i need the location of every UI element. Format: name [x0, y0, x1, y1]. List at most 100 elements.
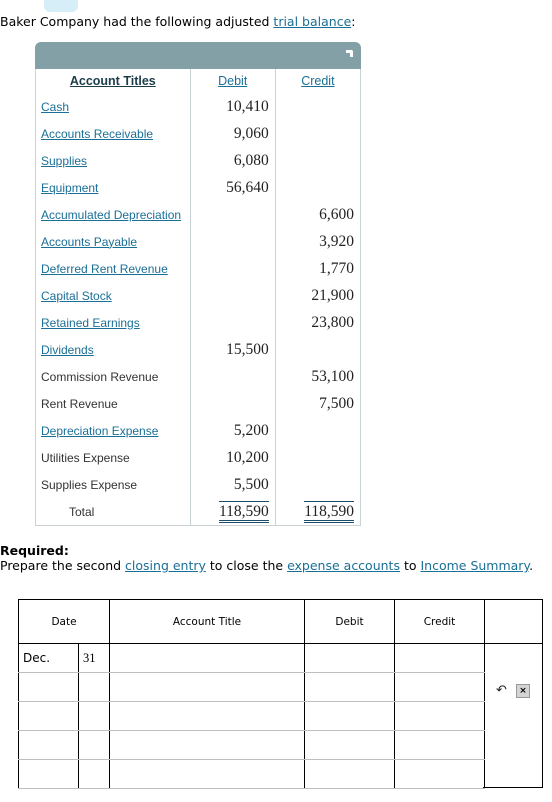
journal-row: [18, 643, 485, 673]
month-cell: [18, 730, 79, 760]
account-title-link[interactable]: Retained Earnings: [41, 316, 140, 330]
trial-balance-table: Account Titles Debit Credit Cash 10,410 Ac…: [36, 69, 360, 525]
account-title-text: Rent Revenue: [41, 396, 118, 411]
month-cell: [18, 672, 79, 702]
account-title-link[interactable]: Cash: [41, 100, 69, 114]
account-title-link[interactable]: Accounts Payable: [41, 235, 137, 249]
debit-amount: 10,410: [190, 93, 276, 120]
account-title-cell: [109, 759, 305, 789]
intro-text: Baker Company had the following adjusted…: [0, 14, 355, 29]
account-title-input[interactable]: [110, 731, 304, 759]
trial-balance-row: Supplies Expense 5,500: [36, 471, 360, 498]
credit-amount: [275, 444, 360, 471]
trial-balance-row: Supplies 6,080: [36, 147, 360, 174]
account-title-link[interactable]: Supplies: [41, 154, 87, 168]
debit-cell: [304, 730, 395, 760]
col-header-journal-debit: Debit: [304, 599, 395, 644]
instruction-text: to: [399, 558, 421, 573]
required-instruction: Prepare the second closing entry to clos…: [0, 558, 533, 573]
credit-cell: [394, 643, 485, 673]
debit-cell: [304, 643, 395, 673]
account-title-link[interactable]: Accounts Receivable: [41, 127, 153, 141]
day-input[interactable]: [79, 644, 109, 672]
account-title-link[interactable]: Accumulated Depreciation: [41, 208, 181, 222]
trial-balance-link[interactable]: trial balance: [273, 14, 351, 29]
account-title-link[interactable]: Equipment: [41, 181, 98, 195]
account-title-input[interactable]: [110, 644, 304, 672]
account-title-cell: Cash: [36, 93, 191, 120]
account-title-cell: [109, 730, 305, 760]
account-title-link[interactable]: Deferred Rent Revenue: [41, 262, 168, 276]
month-input[interactable]: [19, 702, 78, 730]
trial-balance-row: Commission Revenue 53,100: [36, 363, 360, 390]
expand-icon[interactable]: [346, 50, 353, 57]
debit-input[interactable]: [305, 731, 394, 759]
journal-row: [18, 759, 485, 789]
credit-input[interactable]: [395, 673, 484, 701]
term-link[interactable]: closing entry: [125, 558, 206, 573]
undo-icon[interactable]: ↶: [496, 684, 507, 697]
credit-amount: [275, 417, 360, 444]
trial-balance-row: Rent Revenue 7,500: [36, 390, 360, 417]
debit-input[interactable]: [305, 644, 394, 672]
day-input[interactable]: [79, 760, 109, 788]
month-input[interactable]: [19, 731, 78, 759]
account-title-text: Utilities Expense: [41, 450, 130, 465]
trial-balance-panel: Account Titles Debit Credit Cash 10,410 Ac…: [35, 42, 361, 526]
total-credit: 118,590: [304, 500, 354, 523]
debit-input[interactable]: [305, 673, 394, 701]
required-section: Required: Prepare the second closing ent…: [0, 543, 533, 573]
col-header-credit: Credit: [275, 69, 360, 93]
account-title-cell: Supplies: [36, 147, 191, 174]
term-link[interactable]: expense accounts: [287, 558, 400, 573]
month-input[interactable]: [19, 673, 78, 701]
journal-entry-form: Date Account Title Debit Credit: [18, 599, 485, 789]
term-link[interactable]: Income Summary: [420, 558, 529, 573]
debit-input[interactable]: [305, 702, 394, 730]
instruction-text: .: [529, 558, 534, 573]
debit-amount: 15,500: [190, 336, 276, 363]
credit-input[interactable]: [395, 702, 484, 730]
day-input[interactable]: [79, 702, 109, 730]
account-title-cell: Accounts Receivable: [36, 120, 191, 147]
debit-amount: 56,640: [190, 174, 276, 201]
day-cell: [78, 643, 110, 673]
account-title-input[interactable]: [110, 702, 304, 730]
account-title-link[interactable]: Dividends: [41, 343, 94, 357]
total-debit: 118,590: [218, 500, 269, 523]
journal-header-row: Date Account Title Debit Credit: [18, 599, 485, 644]
debit-input[interactable]: [305, 760, 394, 788]
credit-cell: [394, 730, 485, 760]
credit-input[interactable]: [395, 760, 484, 788]
credit-amount: 6,600: [319, 205, 354, 223]
journal-row: [18, 672, 485, 702]
credit-cell: [394, 672, 485, 702]
credit-input[interactable]: [395, 731, 484, 759]
month-input[interactable]: [19, 760, 78, 788]
account-title-input[interactable]: [110, 673, 304, 701]
credit-link[interactable]: Credit: [301, 74, 334, 88]
debit-link[interactable]: Debit: [218, 74, 247, 88]
collapse-tab[interactable]: [44, 0, 78, 12]
day-cell: [78, 672, 110, 702]
close-icon[interactable]: ×: [516, 684, 530, 698]
credit-amount: 1,770: [319, 259, 354, 277]
account-title-cell: Supplies Expense: [36, 471, 191, 498]
day-cell: [78, 759, 110, 789]
debit-amount: [190, 282, 276, 309]
account-title-cell: [109, 672, 305, 702]
trial-balance-row: Depreciation Expense 5,200: [36, 417, 360, 444]
account-title-link[interactable]: Capital Stock: [41, 289, 112, 303]
account-title-cell: Retained Earnings: [36, 309, 191, 336]
credit-input[interactable]: [395, 644, 484, 672]
day-input[interactable]: [79, 673, 109, 701]
account-title-link[interactable]: Depreciation Expense: [41, 424, 158, 438]
day-input[interactable]: [79, 731, 109, 759]
trial-balance-row: Retained Earnings 23,800: [36, 309, 360, 336]
month-input[interactable]: [19, 644, 78, 672]
required-heading: Required:: [0, 543, 69, 558]
account-title-cell: Accounts Payable: [36, 228, 191, 255]
col-header-account-title: Account Title: [109, 599, 305, 644]
account-title-input[interactable]: [110, 760, 304, 788]
account-title-cell: Commission Revenue: [36, 363, 191, 390]
